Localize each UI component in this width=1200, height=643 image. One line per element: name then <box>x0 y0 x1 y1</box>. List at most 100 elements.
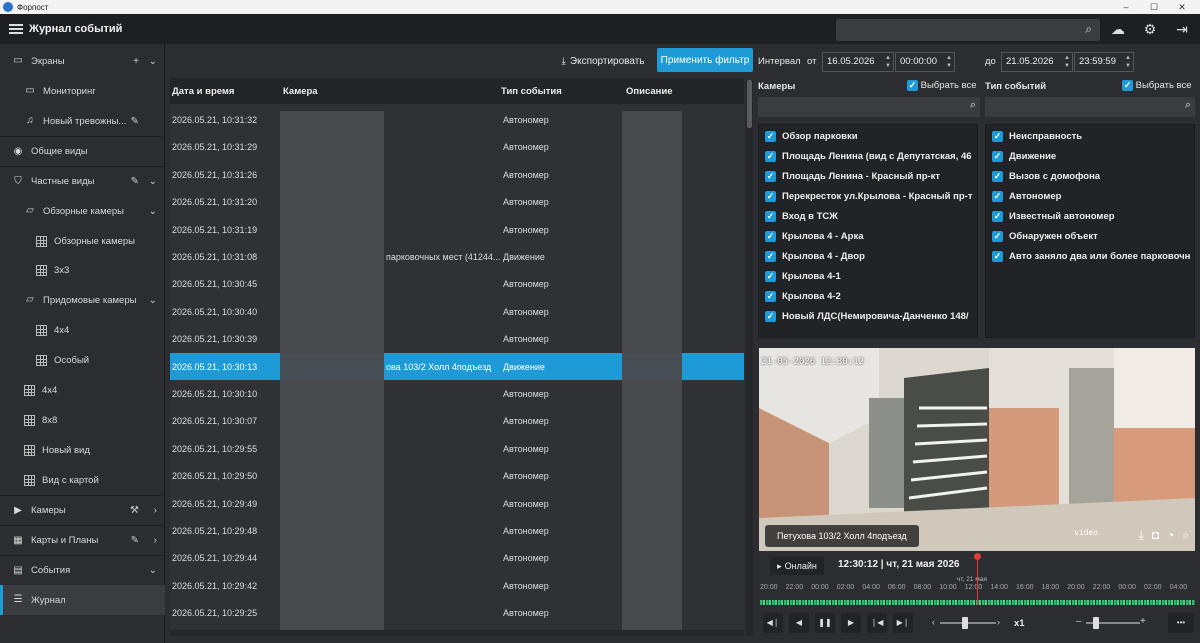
checkbox-checked-icon[interactable]: ✓ <box>1122 80 1133 91</box>
zoom-out-icon[interactable]: – <box>1076 616 1082 627</box>
camera-snapshot-icon[interactable]: ◘ <box>1152 528 1159 543</box>
gear-icon[interactable]: ⚙ <box>1141 20 1159 38</box>
sidebar-view-4x4-yard[interactable]: 4x4 <box>0 315 165 345</box>
checkbox-checked-icon[interactable]: ✓ <box>765 250 776 262</box>
checkbox-checked-icon[interactable]: ✓ <box>765 190 776 202</box>
skip-back-button[interactable]: ◀❘ <box>763 613 783 633</box>
step-forward-button[interactable]: ▶ <box>841 613 861 633</box>
wrench-icon[interactable]: ⚒ <box>130 505 139 516</box>
checkbox-checked-icon[interactable]: ✓ <box>992 190 1003 202</box>
chevron-down-icon[interactable]: ⌄ <box>149 565 157 576</box>
prev-event-button[interactable]: ❘◀ <box>867 613 887 633</box>
cameras-select-all[interactable]: ✓ Выбрать все <box>907 80 977 91</box>
to-date-field[interactable]: 21.05.2026 ▲ ▼ <box>1001 52 1073 72</box>
camera-filter-item[interactable]: ✓ Крылова 4 - Двор <box>765 246 865 266</box>
spinner-icon[interactable]: ▲ ▼ <box>946 54 952 70</box>
chevron-right-icon[interactable]: › <box>154 505 157 516</box>
next-event-button[interactable]: ▶❘ <box>893 613 913 633</box>
camera-filter-item[interactable]: ✓ Крылова 4-2 <box>765 286 841 306</box>
chevron-right-icon[interactable]: › <box>154 535 157 546</box>
spinner-icon[interactable]: ▲ ▼ <box>1064 54 1070 70</box>
search-icon[interactable]: ⌕ <box>970 99 976 112</box>
types-search-input[interactable]: ⌕ <box>985 97 1195 117</box>
checkbox-checked-icon[interactable]: ✓ <box>992 210 1003 222</box>
zoom-slider-handle[interactable] <box>1093 617 1099 629</box>
speed-increase-icon[interactable]: › <box>997 617 1000 627</box>
event-type-filter-item[interactable]: ✓ Вызов с домофона <box>992 166 1100 186</box>
spinner-icon[interactable]: ▲ ▼ <box>885 54 891 70</box>
column-header-description[interactable]: Описание <box>626 86 673 97</box>
minimize-button[interactable]: – <box>1112 0 1140 14</box>
table-horizontal-scrollbar[interactable] <box>170 630 744 636</box>
sidebar-item-maps[interactable]: ▦ Карты и Планы ✎ › <box>0 525 165 555</box>
download-icon[interactable]: ⤓ <box>1138 528 1143 543</box>
timeline-playhead[interactable] <box>974 553 981 605</box>
chevron-down-icon[interactable]: ⌄ <box>149 206 157 217</box>
checkbox-checked-icon[interactable]: ✓ <box>765 230 776 242</box>
speed-slider[interactable] <box>940 622 996 624</box>
event-type-filter-item[interactable]: ✓ Обнаружен объект <box>992 226 1098 246</box>
sidebar-item-monitoring[interactable]: ▭ Мониторинг <box>0 76 165 106</box>
video-preview[interactable]: 21-05-2026 12:30:12 video Петухова 103/2… <box>759 348 1195 551</box>
sidebar-view-3x3[interactable]: 3x3 <box>0 255 165 285</box>
sidebar-view-overview[interactable]: Обзорные камеры <box>0 226 165 256</box>
checkbox-checked-icon[interactable]: ✓ <box>992 170 1003 182</box>
checkbox-checked-icon[interactable]: ✓ <box>765 170 776 182</box>
chevron-down-icon[interactable]: ⌄ <box>149 56 157 67</box>
column-header-datetime[interactable]: Дата и время <box>172 86 234 97</box>
chevron-down-icon[interactable]: ⌄ <box>149 295 157 306</box>
pencil-icon[interactable]: ✎ <box>131 176 139 187</box>
ptz-icon[interactable]: ◔ <box>1167 528 1174 543</box>
cameras-search-input[interactable]: ⌕ <box>758 97 980 117</box>
chevron-down-icon[interactable]: ⌄ <box>149 176 157 187</box>
online-button[interactable]: ▸ Онлайн <box>770 557 824 575</box>
column-header-camera[interactable]: Камера <box>283 86 318 97</box>
checkbox-checked-icon[interactable]: ✓ <box>765 210 776 222</box>
checkbox-checked-icon[interactable]: ✓ <box>765 270 776 282</box>
sidebar-view-4x4[interactable]: 4x4 <box>0 375 165 405</box>
sidebar-view-new[interactable]: Новый вид <box>0 435 165 465</box>
sidebar-item-alarm[interactable]: ♫ Новый тревожны... ✎ <box>0 106 165 136</box>
sidebar-item-screens[interactable]: ▭ Экраны + ⌄ <box>0 46 165 76</box>
sidebar-item-events[interactable]: ▤ События ⌄ <box>0 555 165 585</box>
search-icon[interactable]: ⌕ <box>1085 22 1092 37</box>
sidebar-view-special[interactable]: Особый <box>0 345 165 375</box>
checkbox-checked-icon[interactable]: ✓ <box>992 230 1003 242</box>
event-type-filter-item[interactable]: ✓ Неисправность <box>992 126 1082 146</box>
apply-filter-button[interactable]: Применить фильтр <box>657 48 753 72</box>
pencil-icon[interactable]: ✎ <box>131 535 139 546</box>
camera-filter-item[interactable]: ✓ Крылова 4 - Арка <box>765 226 864 246</box>
step-back-button[interactable]: ◀ <box>789 613 809 633</box>
table-vertical-scrollbar[interactable] <box>746 80 753 636</box>
speed-slider-handle[interactable] <box>962 617 968 629</box>
event-type-filter-item[interactable]: ✓ Движение <box>992 146 1056 166</box>
from-date-field[interactable]: 16.05.2026 ▲ ▼ <box>822 52 894 72</box>
sidebar-folder-overview[interactable]: ▱ Обзорные камеры ⌄ <box>0 196 165 226</box>
zoom-in-icon[interactable]: + <box>1140 616 1146 627</box>
search-icon[interactable]: ⌕ <box>1185 99 1191 112</box>
checkbox-checked-icon[interactable]: ✓ <box>765 150 776 162</box>
checkbox-checked-icon[interactable]: ✓ <box>992 250 1003 262</box>
sidebar-folder-yard[interactable]: ▱ Придомовые камеры ⌄ <box>0 285 165 315</box>
camera-filter-item[interactable]: ✓ Площадь Ленина (вид с Депутатская, 46 <box>765 146 972 166</box>
speed-decrease-icon[interactable]: ‹ <box>932 617 935 627</box>
more-options-button[interactable]: ••• <box>1168 613 1194 633</box>
export-button[interactable]: ⤓ Экспортировать <box>556 50 650 72</box>
sidebar-item-journal[interactable]: ☰ Журнал <box>0 585 165 615</box>
checkbox-checked-icon[interactable]: ✓ <box>992 150 1003 162</box>
checkbox-checked-icon[interactable]: ✓ <box>765 130 776 142</box>
event-type-filter-item[interactable]: ✓ Авто заняло два или более парковочн <box>992 246 1190 266</box>
checkbox-checked-icon[interactable]: ✓ <box>765 310 776 322</box>
cloud-download-icon[interactable]: ☁ <box>1109 20 1127 38</box>
spinner-icon[interactable]: ▲ ▼ <box>1125 54 1131 70</box>
event-type-filter-item[interactable]: ✓ Известный автономер <box>992 206 1115 226</box>
camera-filter-item[interactable]: ✓ Площадь Ленина - Красный пр-кт <box>765 166 940 186</box>
column-header-type[interactable]: Тип события <box>501 86 562 97</box>
camera-filter-item[interactable]: ✓ Новый ЛДС(Немировича-Данченко 148/ <box>765 306 969 326</box>
camera-filter-item[interactable]: ✓ Вход в ТСЖ <box>765 206 838 226</box>
to-time-field[interactable]: 23:59:59 ▲ ▼ <box>1074 52 1134 72</box>
event-type-filter-item[interactable]: ✓ Автономер <box>992 186 1061 206</box>
logout-icon[interactable]: ⇥ <box>1173 20 1191 38</box>
sidebar-view-8x8[interactable]: 8x8 <box>0 405 165 435</box>
pencil-icon[interactable]: ✎ <box>131 116 139 127</box>
